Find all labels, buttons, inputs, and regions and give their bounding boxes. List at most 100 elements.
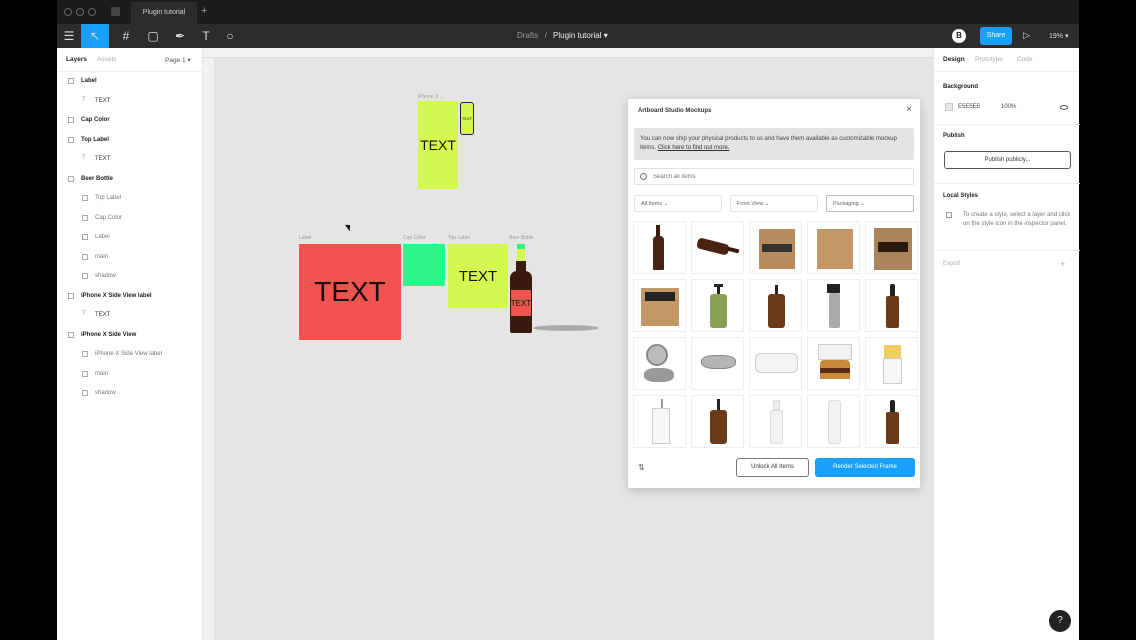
- mockup-item-food-container[interactable]: [749, 337, 802, 390]
- layer-label: Beer Bottle: [81, 175, 114, 182]
- unlock-all-items-button[interactable]: Unlock All Items: [736, 458, 809, 477]
- close-icon[interactable]: ×: [906, 104, 912, 115]
- layer-row[interactable]: iPhone X Side View label: [57, 288, 203, 304]
- tab-plugin-tutorial[interactable]: Plugin tutorial: [131, 2, 197, 24]
- mockup-item-white-bottle[interactable]: [749, 395, 802, 448]
- comment-tool-icon[interactable]: ○: [221, 24, 239, 48]
- file-name-menu[interactable]: Plugin tutorial ▾: [553, 31, 608, 40]
- frame-label-iphone[interactable]: iPhone X ...: [418, 94, 444, 100]
- beer-bottle-mockup[interactable]: TEXT: [509, 244, 533, 333]
- filter-category-dropdown[interactable]: Packaging ⌄: [826, 195, 914, 212]
- mockup-item-tin-can[interactable]: [691, 337, 744, 390]
- mockup-item-pump-bottle[interactable]: [691, 279, 744, 332]
- mockup-item-six-pack-carton[interactable]: [749, 221, 802, 274]
- group-icon: [82, 351, 88, 357]
- layer-row[interactable]: T TEXT: [57, 307, 203, 323]
- background-opacity[interactable]: 100%: [1001, 104, 1016, 110]
- iphone-text-frame[interactable]: TEXT: [418, 101, 458, 189]
- page-selector[interactable]: Page 1 ▾: [165, 56, 191, 64]
- window-minimize-dot[interactable]: [76, 8, 84, 16]
- frame-label-beer-bottle[interactable]: Beer Bottle: [509, 235, 534, 241]
- phone-mockup[interactable]: TEXT: [460, 102, 474, 135]
- zoom-menu[interactable]: 19% ▾: [1049, 32, 1068, 40]
- add-export-icon[interactable]: +: [1060, 259, 1065, 269]
- menu-icon[interactable]: ☰: [57, 24, 81, 48]
- frame-icon: [68, 136, 74, 143]
- window-maximize-dot[interactable]: [88, 8, 96, 16]
- mockup-grid: [633, 221, 918, 448]
- window-close-dot[interactable]: [64, 8, 72, 16]
- text-tool-icon[interactable]: T: [197, 24, 215, 48]
- divider: [934, 250, 1080, 251]
- layer-row[interactable]: T TEXT: [57, 93, 203, 109]
- cap-color-frame[interactable]: [403, 244, 445, 286]
- mockup-item-tin-can-open[interactable]: [633, 337, 686, 390]
- top-label-text-frame[interactable]: TEXT: [448, 244, 508, 308]
- mockup-item-pump-bottle-amber[interactable]: [749, 279, 802, 332]
- mockup-item-white-tube[interactable]: [807, 395, 860, 448]
- mouse-cursor-icon: [345, 222, 353, 232]
- mockup-item-beer-bottle-lying[interactable]: [691, 221, 744, 274]
- tab-design[interactable]: Design: [943, 56, 965, 63]
- layer-row[interactable]: iPhone X Side View label: [57, 346, 203, 362]
- pen-tool-icon[interactable]: ✒: [168, 24, 192, 48]
- layer-row[interactable]: Label: [57, 73, 203, 89]
- mockup-item-dropper-bottle-2[interactable]: [865, 395, 918, 448]
- text-layer-icon: T: [82, 96, 86, 103]
- render-selected-frame-button[interactable]: Render Selected Frame: [815, 458, 915, 477]
- mockup-item-fries-cup[interactable]: [865, 337, 918, 390]
- divider: [934, 124, 1080, 125]
- search-box[interactable]: [634, 168, 914, 185]
- shape-tool-icon[interactable]: ▢: [141, 24, 165, 48]
- frame-label-label[interactable]: Label: [299, 235, 311, 241]
- publish-button[interactable]: Publish publicly...: [944, 151, 1071, 169]
- new-tab-button[interactable]: +: [201, 5, 207, 17]
- eye-icon[interactable]: [1060, 105, 1068, 110]
- layer-row[interactable]: Cap Color: [57, 112, 203, 128]
- layer-row[interactable]: shadow: [57, 268, 203, 284]
- layer-row[interactable]: main: [57, 249, 203, 265]
- layer-row[interactable]: Cap Color: [57, 210, 203, 226]
- breadcrumb-team[interactable]: Drafts: [517, 31, 538, 40]
- filter-all-items-dropdown[interactable]: All Items ⌄: [634, 195, 722, 212]
- home-icon[interactable]: [111, 7, 120, 16]
- sort-icon[interactable]: ⇅: [638, 463, 645, 472]
- mockup-item-spray-bottle[interactable]: [807, 279, 860, 332]
- layer-row[interactable]: T TEXT: [57, 151, 203, 167]
- mockup-item-six-pack-carton-open[interactable]: [865, 221, 918, 274]
- help-button[interactable]: ?: [1049, 610, 1071, 632]
- frame-icon: [68, 175, 74, 182]
- frame-tool-icon[interactable]: #: [114, 24, 138, 48]
- filter-view-dropdown[interactable]: Front View ⌄: [730, 195, 818, 212]
- mockup-item-dropper-bottle[interactable]: [865, 279, 918, 332]
- layer-row[interactable]: Label: [57, 229, 203, 245]
- tab-code[interactable]: Code: [1017, 56, 1033, 63]
- layer-row[interactable]: main: [57, 366, 203, 382]
- avatar[interactable]: B: [952, 29, 966, 43]
- mockup-item-burger-box[interactable]: [807, 337, 860, 390]
- group-icon: [82, 390, 88, 396]
- frame-label-top-label[interactable]: Top Label: [448, 235, 470, 241]
- tab-prototype[interactable]: Prototype: [975, 56, 1003, 63]
- background-hex-value[interactable]: E5E5E5: [958, 104, 980, 110]
- background-color-swatch[interactable]: [945, 103, 953, 111]
- mockup-item-carton-box[interactable]: [633, 279, 686, 332]
- layer-row[interactable]: Beer Bottle: [57, 171, 203, 187]
- share-button[interactable]: Share: [980, 27, 1012, 45]
- layer-row[interactable]: Top Label: [57, 132, 203, 148]
- tab-layers[interactable]: Layers: [66, 56, 87, 63]
- label-text-frame[interactable]: TEXT: [299, 244, 401, 340]
- mockup-item-paper-cup[interactable]: [633, 395, 686, 448]
- mockup-item-pump-bottle-amber-2[interactable]: [691, 395, 744, 448]
- tab-assets[interactable]: Assets: [97, 56, 117, 63]
- mockup-item-six-pack-carton-plain[interactable]: [807, 221, 860, 274]
- mockup-item-beer-bottle[interactable]: [633, 221, 686, 274]
- layer-row[interactable]: Top Label: [57, 190, 203, 206]
- move-tool-icon[interactable]: ↖: [81, 24, 109, 48]
- search-input[interactable]: [653, 171, 903, 183]
- present-play-icon[interactable]: ▷: [1023, 30, 1030, 41]
- layer-row[interactable]: iPhone X Side View: [57, 327, 203, 343]
- layer-row[interactable]: shadow: [57, 385, 203, 401]
- notice-link[interactable]: Click here to find out more.: [658, 145, 730, 151]
- frame-label-cap-color[interactable]: Cap Color: [403, 235, 426, 241]
